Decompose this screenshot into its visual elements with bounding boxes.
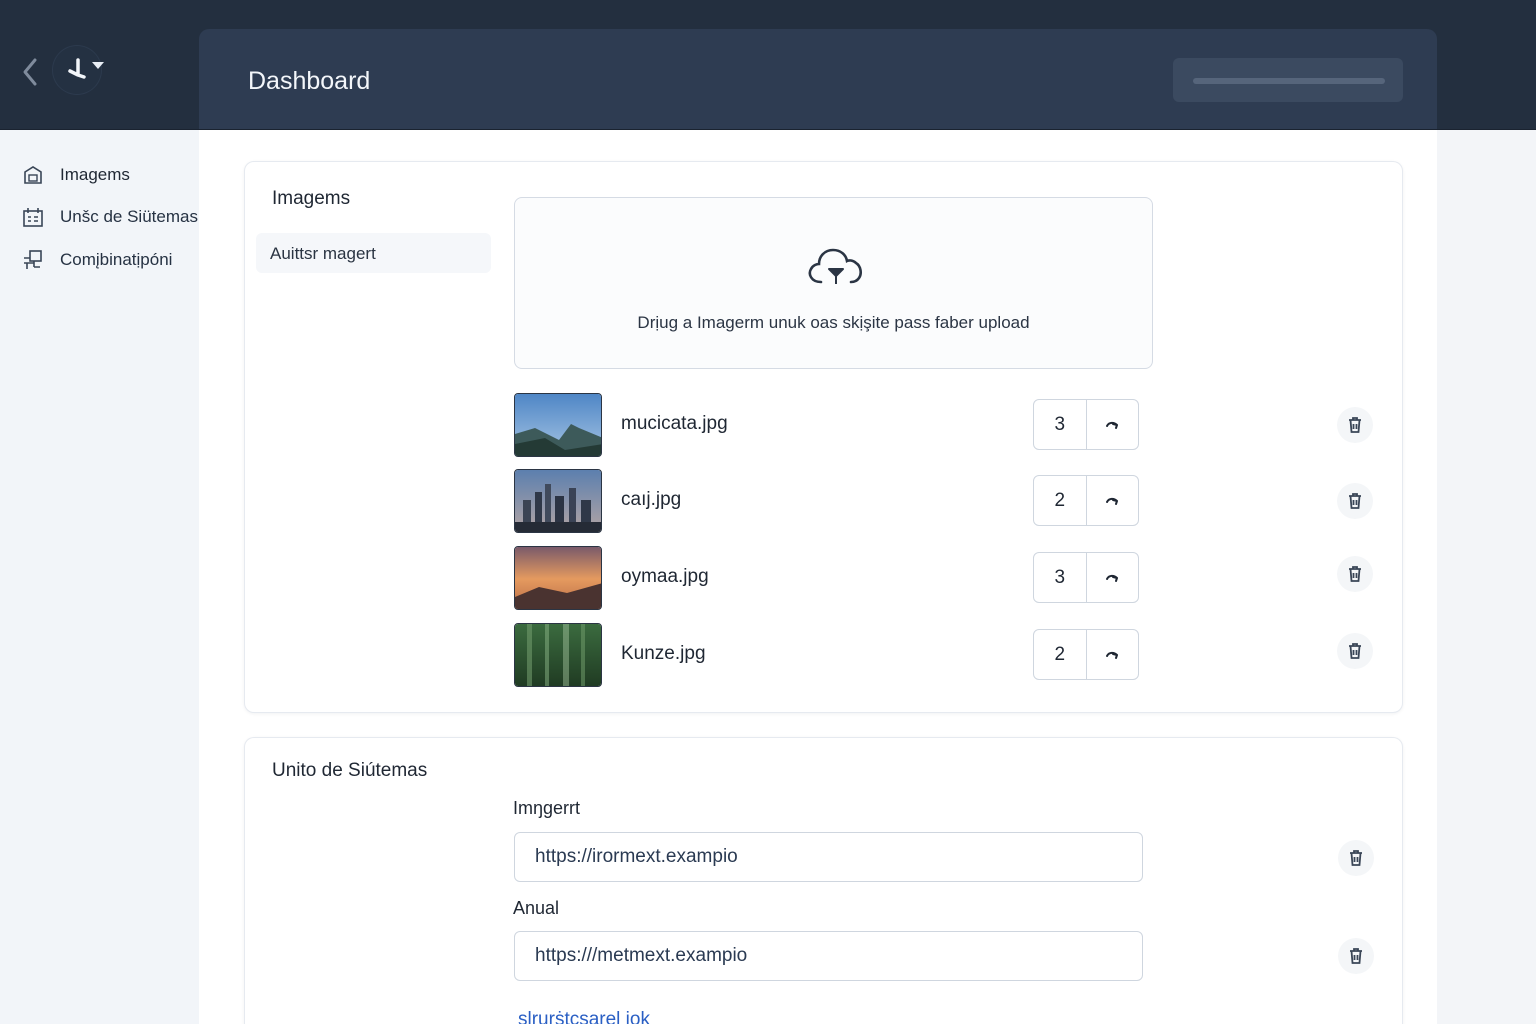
sidebar-item-label: Unšc de Siütemas [60,207,198,226]
trash-icon [1350,850,1362,866]
file-row: mucicata.jpg 3 [514,393,1384,457]
logo-mark-icon [68,58,86,79]
delete-button[interactable] [1338,938,1374,974]
chevron-left-icon [23,58,37,86]
trash-icon [1349,493,1361,509]
file-row: oymaa.jpg 3 [514,546,1384,610]
cloud-upload-icon [808,248,862,284]
sidebar-item-systems[interactable]: Unšc de Siütemas [22,203,198,231]
quantity-stepper[interactable]: 3 [1033,552,1139,603]
arrow-icon [1106,574,1119,582]
systems-card-title: Unito de Siútemas [272,760,428,781]
header-panel: Dashboard [199,29,1437,129]
chevron-down-icon [92,62,104,69]
search-placeholder-bar [1193,78,1385,84]
back-button[interactable] [20,56,44,88]
upload-dropzone[interactable]: Drịug a Imagerm unuk oas skịşite pass fa… [514,197,1153,369]
stepper-button[interactable] [1087,553,1139,602]
dropzone-text: Drịug a Imagerm unuk oas skịşite pass fa… [637,313,1030,332]
quantity-stepper[interactable]: 2 [1033,629,1139,680]
quantity-value[interactable]: 2 [1034,476,1087,525]
add-image-tab[interactable]: Auittsr magert [256,233,491,273]
thumbnail-mountain [514,393,602,457]
thumbnail-forest [514,623,602,687]
trash-icon [1349,643,1361,659]
sidebar-item-imagems[interactable]: Imagems [22,161,130,189]
quantity-stepper[interactable]: 3 [1033,399,1139,450]
header-search-input[interactable] [1173,58,1403,102]
delete-button[interactable] [1337,556,1373,592]
url-input[interactable] [514,931,1143,981]
file-name: oymaa.jpg [621,566,709,587]
images-card: Imagems Auittsr magert Drịug a Imagerm u… [244,161,1403,713]
arrow-icon [1106,651,1119,659]
trash-icon [1350,948,1362,964]
stepper-button[interactable] [1087,630,1139,679]
delete-button[interactable] [1337,407,1373,443]
field-label: Imŋgerrt [513,798,581,818]
file-name: Kunze.jpg [621,643,706,664]
calendar-grid-icon [22,206,44,228]
systems-card: Unito de Siútemas Imŋgerrt Anual slrurṡt… [244,737,1403,1024]
file-row: caıj.jpg 2 [514,469,1384,533]
thumbnail-sunset [514,546,602,610]
file-row: Kunze.jpg 2 [514,623,1384,687]
delete-button[interactable] [1338,840,1374,876]
quantity-stepper[interactable]: 2 [1033,475,1139,526]
images-card-title: Imagems [272,188,351,209]
trash-icon [1349,417,1361,433]
delete-button[interactable] [1337,483,1373,519]
file-name: mucicata.jpg [621,413,728,434]
url-input[interactable] [514,832,1143,882]
sidebar-item-label: Imagems [60,165,130,184]
quantity-value[interactable]: 3 [1034,400,1087,449]
add-link[interactable]: slrurṡtcsarel iok [518,1009,650,1024]
app-menu-button[interactable] [52,44,108,96]
main-content: Imagems Auittsr magert Drịug a Imagerm u… [199,130,1437,1024]
field-label: Anual [513,898,560,918]
thumbnail-city [514,469,602,533]
sidebar-item-label: Comįbinatịpóni [60,250,173,269]
stepper-button[interactable] [1087,400,1139,449]
file-name: caıj.jpg [621,489,682,510]
combination-icon [22,249,44,271]
delete-button[interactable] [1337,633,1373,669]
arrow-icon [1106,421,1119,429]
sidebar-item-combinations[interactable]: Comįbinatịpóni [22,246,172,274]
quantity-value[interactable]: 3 [1034,553,1087,602]
stepper-button[interactable] [1087,476,1139,525]
quantity-value[interactable]: 2 [1034,630,1087,679]
arrow-icon [1106,497,1119,505]
logo [52,45,102,95]
sidebar: Imagems Unšc de Siütemas Comįbinatịpóni [0,130,199,1024]
trash-icon [1349,566,1361,582]
image-stack-icon [22,164,44,186]
page-title: Dashboard [248,67,371,95]
